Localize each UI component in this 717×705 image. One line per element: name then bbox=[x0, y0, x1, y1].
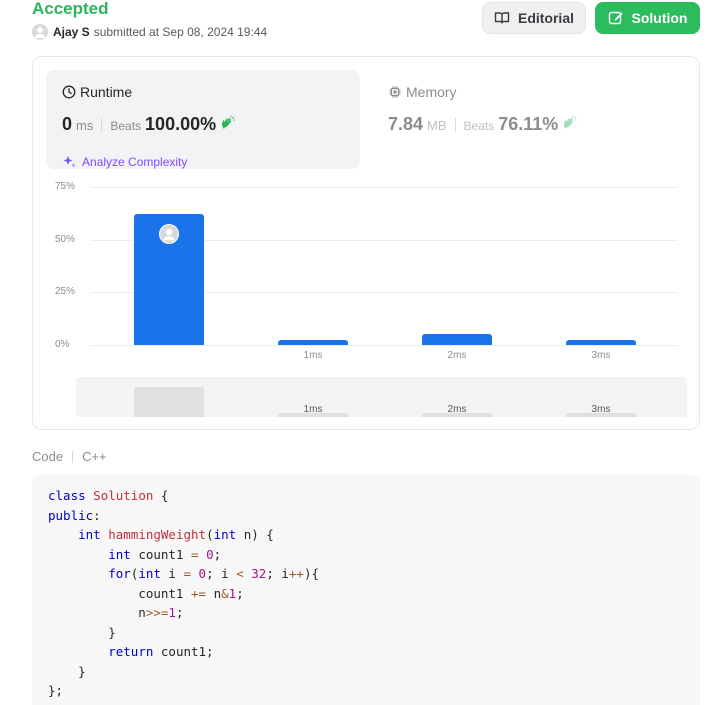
solution-label: Solution bbox=[631, 10, 688, 26]
chart-gridline bbox=[90, 345, 678, 346]
y-tick-label: 50% bbox=[55, 233, 76, 245]
chart-bar-2ms[interactable] bbox=[422, 334, 492, 345]
chart-gridline bbox=[90, 187, 678, 188]
code-header-divider bbox=[72, 450, 74, 463]
editorial-label: Editorial bbox=[517, 10, 574, 26]
runtime-title: Runtime bbox=[62, 84, 132, 100]
clock-icon bbox=[62, 85, 76, 99]
code-language: C++ bbox=[82, 449, 107, 464]
y-tick-label: 75% bbox=[55, 181, 76, 192]
code-header: Code C++ bbox=[32, 449, 107, 464]
editorial-button[interactable]: Editorial bbox=[482, 2, 586, 34]
submitted-timestamp: submitted at Sep 08, 2024 19:44 bbox=[93, 25, 268, 39]
memory-value: 7.84 bbox=[388, 114, 424, 134]
y-tick-label: 0% bbox=[55, 339, 70, 350]
x-tick-label: 3ms bbox=[591, 350, 611, 361]
runtime-title-label: Runtime bbox=[80, 84, 133, 100]
runtime-value: 0 bbox=[62, 114, 73, 134]
memory-title-label: Memory bbox=[406, 84, 457, 100]
analyze-complexity-link[interactable]: Analyze Complexity bbox=[62, 154, 187, 169]
memory-title: Memory bbox=[388, 84, 457, 100]
edit-icon bbox=[608, 11, 623, 25]
mini-x-tick-label: 1ms bbox=[303, 404, 323, 415]
chart-range-slider[interactable]: 1ms 2ms 3ms bbox=[76, 377, 687, 417]
runtime-beats-label: Beats bbox=[110, 119, 142, 133]
memory-unit: MB bbox=[427, 118, 447, 133]
user-name[interactable]: Ajay S bbox=[53, 25, 90, 39]
memory-beats-label: Beats bbox=[463, 119, 495, 133]
chart-bar-3ms[interactable] bbox=[566, 339, 636, 345]
memory-divider bbox=[454, 117, 456, 132]
your-submission-avatar-icon bbox=[159, 224, 179, 245]
submission-meta: Ajay S submitted at Sep 08, 2024 19:44 bbox=[32, 24, 267, 40]
runtime-beats-pct: 100.00% bbox=[145, 114, 217, 134]
x-tick-label: 1ms bbox=[303, 350, 323, 361]
memory-stats: 7.84 MB Beats 76.11% bbox=[388, 114, 578, 135]
runtime-stats: 0 ms Beats 100.00% bbox=[62, 114, 236, 135]
clapping-hands-icon bbox=[562, 115, 578, 134]
memory-card[interactable]: Memory 7.84 MB Beats 76.11% bbox=[376, 70, 676, 169]
memory-beats-pct: 76.11% bbox=[498, 114, 559, 134]
chart-bar-1ms[interactable] bbox=[278, 339, 348, 345]
stats-panel: Runtime 0 ms Beats 100.00% Analyze Compl… bbox=[32, 56, 700, 430]
analyze-complexity-label: Analyze Complexity bbox=[82, 154, 188, 169]
user-avatar[interactable] bbox=[32, 24, 48, 40]
code-block[interactable]: class Solution { public: int hammingWeig… bbox=[32, 475, 700, 705]
chip-icon bbox=[389, 86, 401, 98]
book-icon bbox=[494, 12, 510, 24]
x-tick-label: 2ms bbox=[447, 350, 467, 361]
runtime-card[interactable]: Runtime 0 ms Beats 100.00% Analyze Compl… bbox=[46, 70, 360, 169]
submission-status: Accepted bbox=[32, 0, 109, 18]
mini-chart-bar bbox=[134, 387, 204, 417]
y-tick-label: 25% bbox=[55, 286, 76, 298]
solution-button[interactable]: Solution bbox=[595, 2, 700, 34]
clapping-hands-icon bbox=[220, 115, 236, 134]
runtime-divider bbox=[101, 117, 103, 132]
user-avatar-icon bbox=[34, 27, 46, 38]
mini-x-tick-label: 3ms bbox=[591, 404, 611, 415]
runtime-unit: ms bbox=[76, 118, 94, 133]
sparkle-icon bbox=[63, 156, 76, 168]
code-label: Code bbox=[32, 449, 64, 464]
mini-x-tick-label: 2ms bbox=[447, 404, 467, 415]
